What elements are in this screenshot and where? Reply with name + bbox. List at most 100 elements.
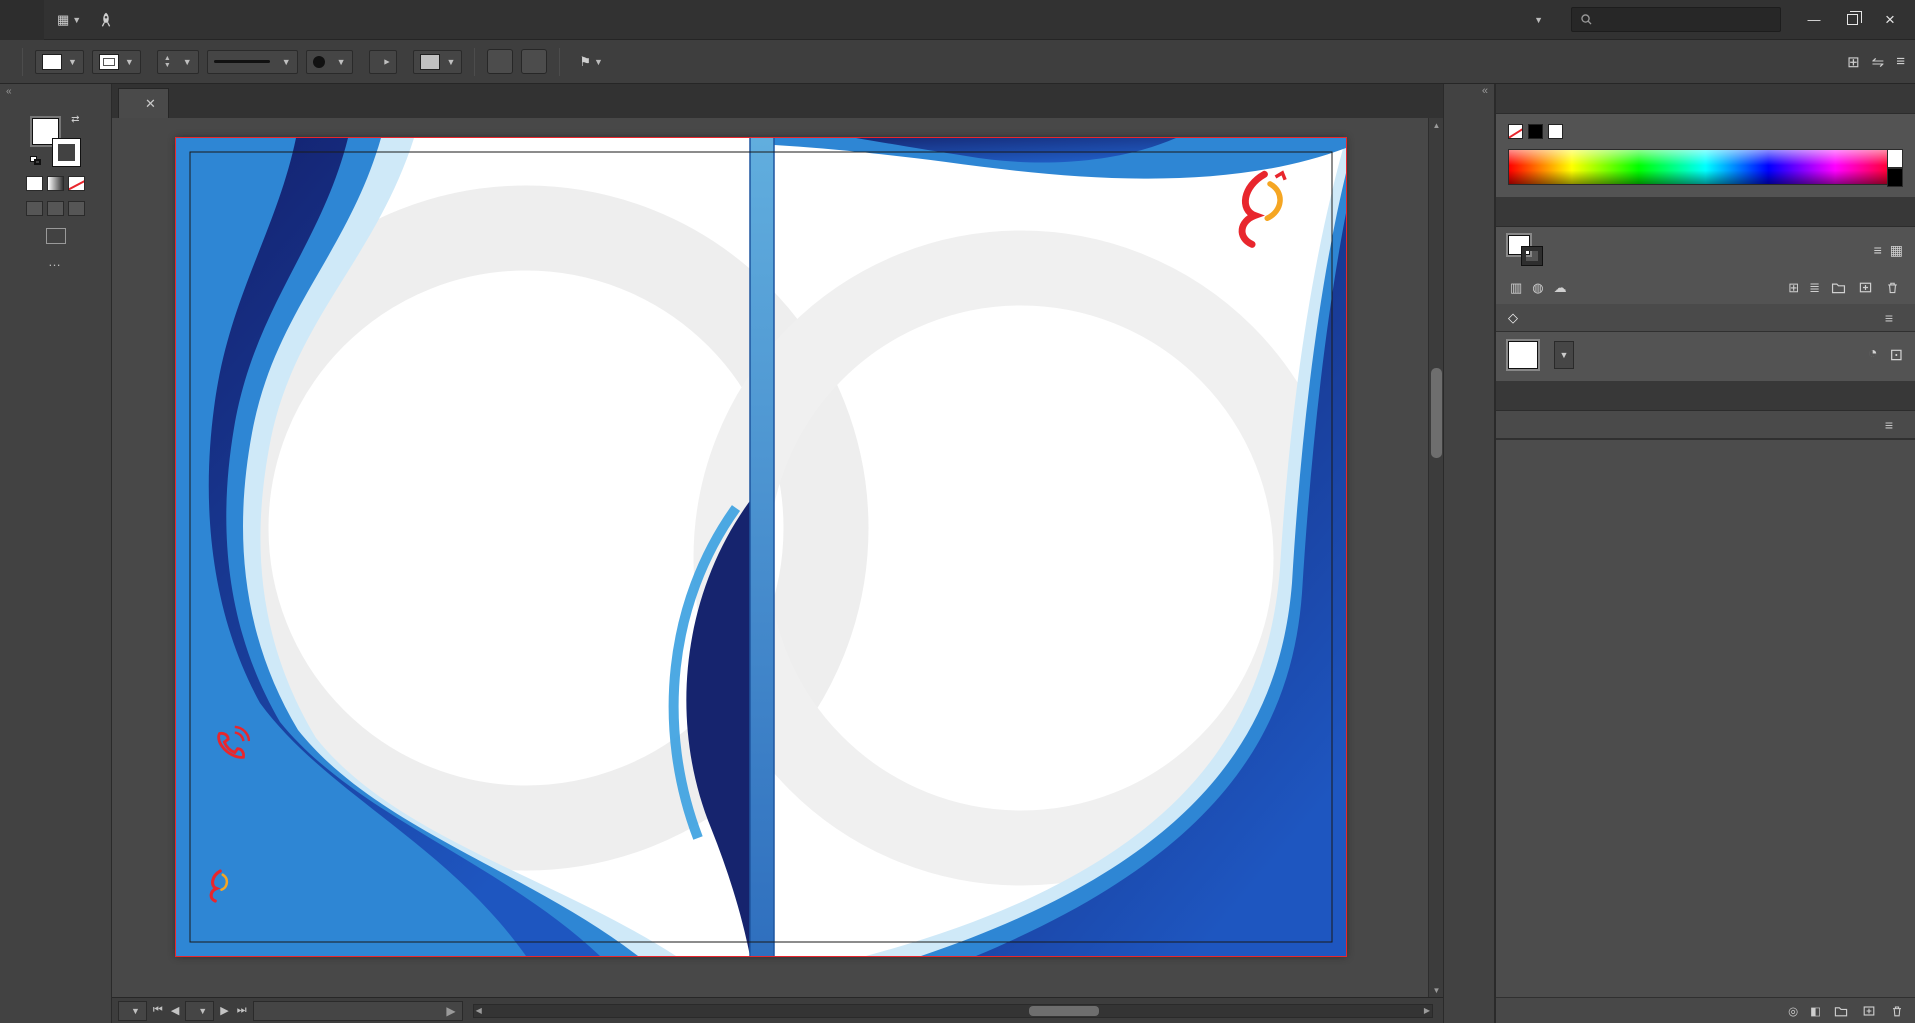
gpu-performance-icon[interactable] <box>90 11 122 29</box>
shape-builder-icon[interactable]: ⚑ ▼ <box>572 54 610 70</box>
cover-artwork <box>176 138 1346 956</box>
expand-panels-icon[interactable]: « <box>1444 84 1494 102</box>
artboard[interactable] <box>175 137 1347 957</box>
draw-normal-button[interactable] <box>26 201 43 216</box>
layers-menu-icon[interactable]: ≡ <box>1875 417 1903 433</box>
swatch-kinds-icon[interactable]: ⊞ <box>1788 280 1799 296</box>
new-swatch-icon[interactable] <box>1857 279 1874 296</box>
scroll-right-icon[interactable]: ▶ <box>1424 1005 1430 1017</box>
vertical-scrollbar[interactable]: ▲ ▼ <box>1428 118 1443 997</box>
search-icon <box>1581 14 1592 25</box>
edit-colors-icon[interactable]: ◔ <box>1868 345 1878 365</box>
close-tab-icon[interactable]: ✕ <box>145 96 156 112</box>
scroll-up-icon[interactable]: ▲ <box>1429 118 1443 132</box>
close-button[interactable]: × <box>1873 7 1907 33</box>
draw-inside-button[interactable] <box>68 201 85 216</box>
edit-toolbar-icon[interactable]: … <box>48 254 63 269</box>
locate-object-icon[interactable]: ◎ <box>1788 1004 1798 1018</box>
grid-view-icon[interactable]: ▦ <box>1890 242 1903 259</box>
screen-mode-button[interactable] <box>45 228 66 244</box>
status-display[interactable]: ▶ <box>252 1000 463 1021</box>
search-input[interactable] <box>1599 12 1759 27</box>
tools-collapse-icon[interactable]: « <box>0 84 111 102</box>
none-button[interactable] <box>68 176 85 191</box>
flow-options-icon[interactable]: ⇋ <box>1872 53 1885 71</box>
style-picker[interactable]: ▼ <box>413 49 463 74</box>
vertical-scroll-thumb[interactable] <box>1431 368 1442 458</box>
stroke-color-picker[interactable]: ▼ <box>91 49 141 74</box>
make-mask-icon[interactable]: ◧ <box>1810 1004 1821 1018</box>
color-themes-icon[interactable]: ◍ <box>1532 280 1543 296</box>
delete-layer-icon[interactable] <box>1889 1003 1905 1019</box>
stroke-proxy[interactable] <box>51 138 81 167</box>
paint-style-buttons <box>26 176 85 191</box>
color-spectrum[interactable] <box>1508 149 1903 187</box>
new-sublayer-icon[interactable] <box>1833 1003 1849 1019</box>
opacity-field[interactable]: ▼ <box>368 49 398 74</box>
default-fill-stroke-icon[interactable] <box>29 156 42 166</box>
chevron-down-icon: ▼ <box>72 14 82 25</box>
swatches-fill-stroke-proxy[interactable] <box>1508 235 1543 266</box>
spectrum-bw-swatches[interactable] <box>1887 149 1903 187</box>
brushes-stroke-symbols-tabs <box>1496 381 1915 411</box>
color-button[interactable] <box>26 176 43 191</box>
horizontal-scrollbar[interactable]: ◀ ▶ <box>472 1003 1433 1018</box>
grid-options-icon[interactable]: ⊞ <box>1847 53 1860 71</box>
color-guide-menu-icon[interactable]: ≡ <box>1875 310 1903 326</box>
brush-preview <box>312 55 325 68</box>
new-layer-icon[interactable] <box>1861 1003 1877 1019</box>
fill-stroke-control[interactable]: ⇄ <box>29 114 82 167</box>
save-group-icon[interactable]: ⊡ <box>1890 345 1903 365</box>
control-bar: ▼ ▼ ▲ ▼ ▼ ▼ ▼ ▼ ▼ ⚑ ▼ ⊞ ⇋ ≡ <box>0 40 1915 84</box>
restore-button[interactable] <box>1835 7 1869 33</box>
panel-icon-strip: « <box>1443 84 1495 1023</box>
preferences-button[interactable] <box>521 49 548 74</box>
canvas[interactable]: ▲ ▼ <box>112 118 1443 997</box>
salama-logo-icon <box>209 869 229 903</box>
list-view-icon[interactable]: ≡ <box>1874 242 1882 259</box>
window-controls: — × <box>1797 7 1907 33</box>
last-artboard-icon[interactable]: ⏭ <box>237 1004 247 1017</box>
new-group-icon[interactable] <box>1830 279 1847 296</box>
brush-definition[interactable]: ▼ <box>305 49 353 74</box>
first-artboard-icon[interactable]: ⏮ <box>153 1004 163 1017</box>
variable-width-profile[interactable]: ▼ <box>206 49 298 74</box>
control-panel-menu-icon[interactable]: ≡ <box>1896 53 1905 70</box>
workspace-switcher[interactable]: ▼ <box>1515 15 1555 25</box>
next-artboard-icon[interactable]: ▶ <box>220 1004 228 1017</box>
delete-swatch-icon[interactable] <box>1884 279 1901 296</box>
sync-library-icon[interactable]: ☁ <box>1554 280 1567 296</box>
none-color-swatch[interactable] <box>1508 124 1523 139</box>
stock-search[interactable] <box>1571 7 1781 32</box>
fill-swatch <box>42 53 62 70</box>
stroke-stepper[interactable]: ▲ ▼ <box>164 55 171 69</box>
horizontal-scroll-thumb[interactable] <box>1029 1005 1100 1016</box>
document-tab[interactable]: ✕ <box>118 88 169 118</box>
base-color-swatch[interactable] <box>1508 341 1538 369</box>
chevron-down-icon: ▼ <box>1534 14 1543 25</box>
gradient-button[interactable] <box>47 176 64 191</box>
black-swatch[interactable] <box>1528 124 1543 139</box>
document-area: ✕ ▲ ▼ ▼ ⏮ ◀ ▼ ▶ ⏭ ▶ ◀ ▶ <box>112 84 1443 1023</box>
back-brand <box>204 866 242 906</box>
previous-artboard-icon[interactable]: ◀ <box>171 1004 179 1017</box>
scroll-left-icon[interactable]: ◀ <box>476 1005 482 1017</box>
harmony-rules-dropdown[interactable]: ▼ <box>1554 341 1574 369</box>
draw-behind-button[interactable] <box>47 201 64 216</box>
fill-color-picker[interactable]: ▼ <box>35 49 84 74</box>
stroke-weight-field[interactable]: ▲ ▼ ▼ <box>156 49 199 74</box>
scroll-down-icon[interactable]: ▼ <box>1429 983 1443 997</box>
white-swatch[interactable] <box>1548 124 1563 139</box>
artboard-navigation-field[interactable]: ▼ <box>185 1000 215 1021</box>
document-setup-button[interactable] <box>487 49 514 74</box>
restore-icon <box>1846 11 1862 25</box>
zoom-level-select[interactable]: ▼ <box>118 1000 147 1021</box>
swatch-libraries-icon[interactable]: ▥ <box>1510 280 1522 296</box>
layers-panel: ≡ ◎ ◧ <box>1496 411 1915 1023</box>
minimize-button[interactable]: — <box>1797 7 1831 33</box>
swap-fill-stroke-icon[interactable]: ⇄ <box>71 114 79 125</box>
layers-header[interactable]: ≡ <box>1496 411 1915 439</box>
arrange-documents-button[interactable]: ▦ ▼ <box>50 12 88 28</box>
color-guide-header[interactable]: ◇ ≡ <box>1496 304 1915 332</box>
swatch-options-icon[interactable]: ≣ <box>1809 280 1820 296</box>
